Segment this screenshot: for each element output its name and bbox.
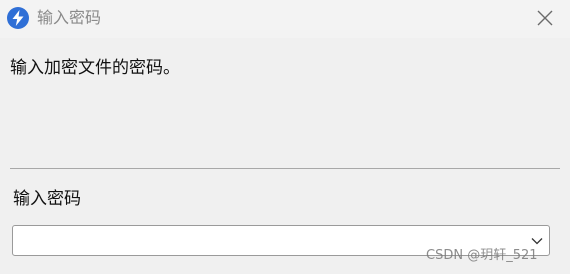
password-dialog: 输入密码 输入加密文件的密码。 输入密码 CSDN @玥轩_521 — [0, 0, 570, 274]
close-button[interactable] — [530, 4, 560, 32]
password-label: 输入密码 — [13, 189, 81, 209]
chevron-down-icon — [531, 238, 543, 245]
divider — [10, 168, 560, 169]
title-bar: 输入密码 — [0, 0, 570, 38]
dialog-message: 输入加密文件的密码。 — [10, 58, 180, 78]
close-icon — [537, 10, 553, 26]
dropdown-button[interactable] — [530, 235, 544, 247]
window-title: 输入密码 — [37, 8, 102, 27]
watermark: CSDN @玥轩_521 — [426, 248, 538, 263]
app-logo-icon — [7, 7, 29, 29]
